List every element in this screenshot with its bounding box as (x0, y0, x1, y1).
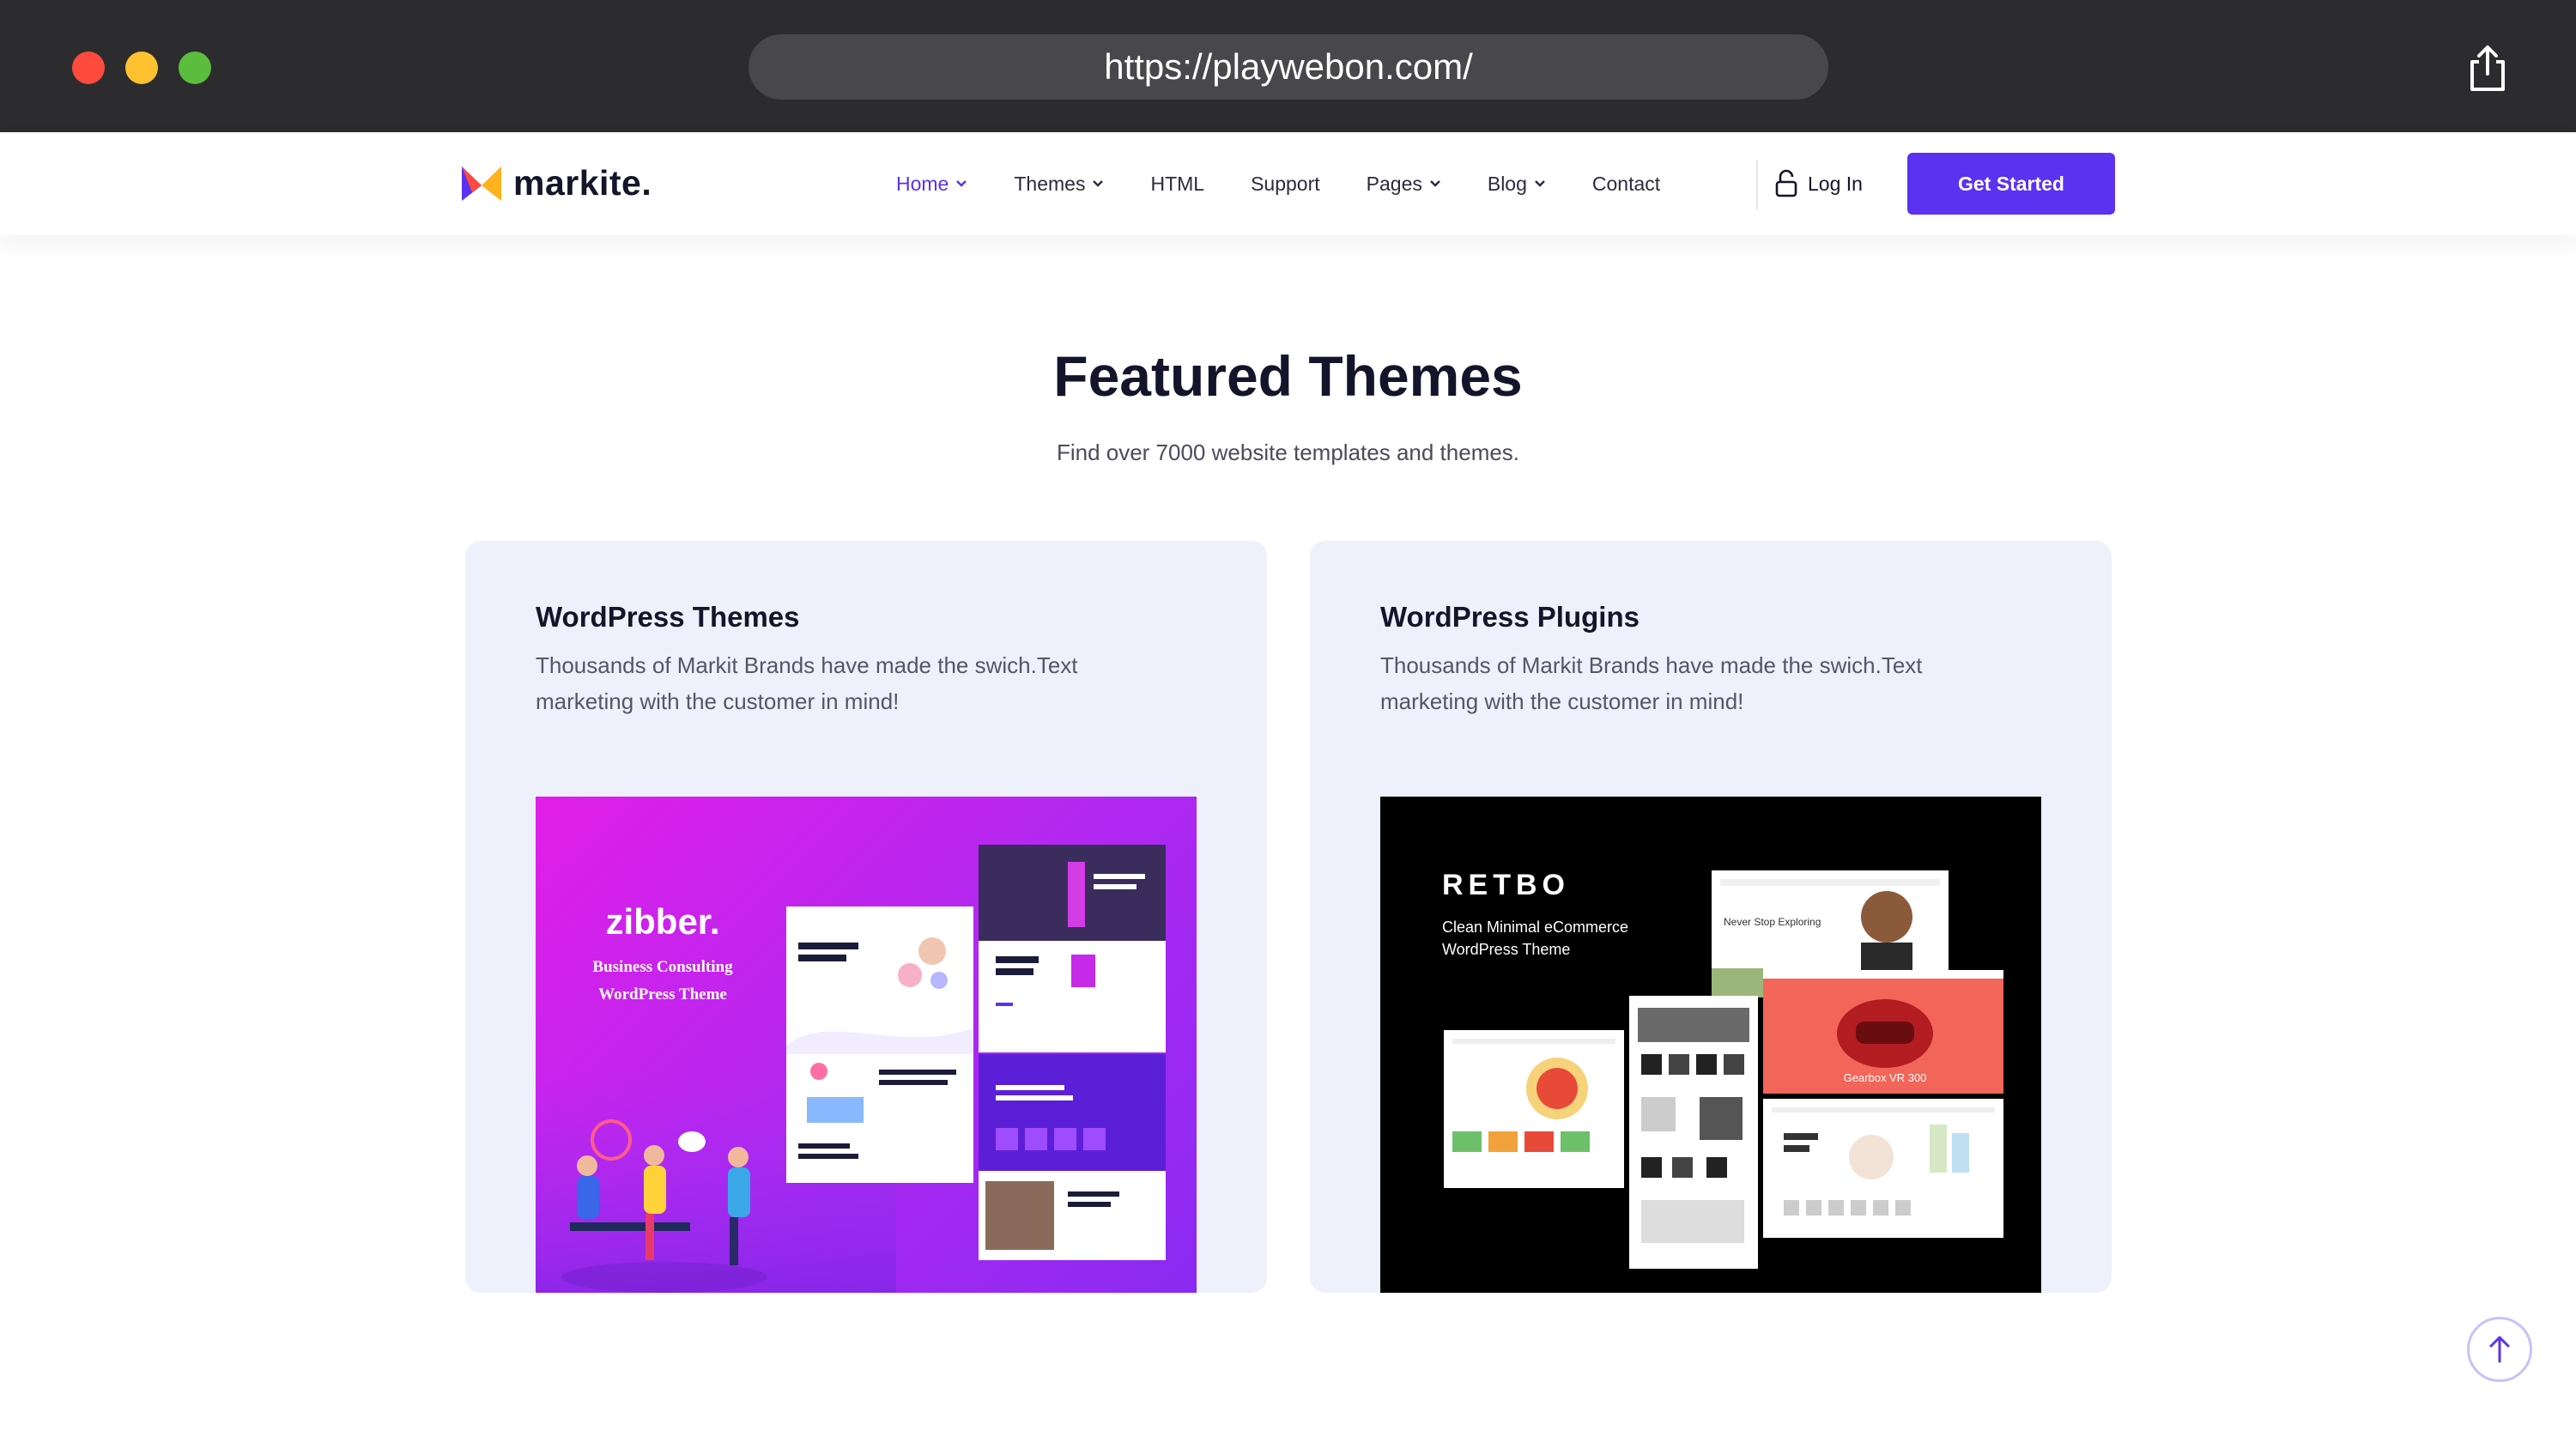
nav-divider (1756, 160, 1758, 209)
get-started-button[interactable]: Get Started (1907, 153, 2115, 215)
scroll-to-top-button[interactable] (2467, 1317, 2532, 1382)
nav-item-blog[interactable]: Blog (1488, 173, 1546, 196)
nav-item-contact[interactable]: Contact (1592, 173, 1660, 196)
login-link[interactable]: Log In (1773, 165, 1863, 203)
nav-item-label: Blog (1487, 172, 1527, 195)
nav-item-label: Pages (1366, 172, 1422, 195)
card-title: WordPress Plugins (1380, 601, 1640, 633)
zibber-theme-preview[interactable]: zibber. Business Consulting WordPress Th… (536, 797, 1197, 1293)
zibber-tagline-1: Business Consulting (592, 958, 733, 976)
nav-item-label: Home (896, 172, 949, 195)
close-window-button[interactable] (72, 52, 105, 84)
arrow-up-icon (2489, 1336, 2510, 1363)
zibber-brand: zibber. (605, 901, 719, 942)
login-label: Log In (1808, 172, 1863, 195)
retbo-brand: RETBO (1442, 869, 1570, 901)
nav-item-home[interactable]: Home (896, 173, 967, 196)
retbo-theme-preview[interactable]: RETBO Clean Minimal eCommerce WordPress … (1380, 797, 2041, 1293)
zibber-preview-artwork: zibber. Business Consulting WordPress Th… (536, 845, 1166, 1293)
card-description: Thousands of Markit Brands have made the… (536, 652, 1078, 714)
chevron-down-icon (956, 180, 967, 187)
retbo-tagline-1: Clean Minimal eCommerce (1442, 919, 1628, 936)
retbo-preview-artwork: RETBO Clean Minimal eCommerce WordPress … (1442, 869, 2003, 1269)
share-icon[interactable] (2465, 45, 2510, 93)
section-title: Featured Themes (1053, 344, 1523, 408)
main-menu: Home Themes HTML Support Pages Blog Cont… (896, 132, 1706, 235)
retbo-mock-1-text: Never Stop Exploring (1724, 916, 1821, 928)
zibber-tagline-2: WordPress Theme (598, 985, 727, 1003)
feature-card-wordpress-themes[interactable]: WordPress Themes Thousands of Markit Bra… (465, 541, 1267, 1293)
logo-text: markite. (513, 162, 652, 203)
logo-icon (462, 167, 501, 201)
retbo-tagline-2: WordPress Theme (1442, 941, 1570, 958)
nav-item-label: Support (1251, 172, 1320, 195)
chevron-down-icon (1535, 180, 1545, 187)
browser-chrome: https://playwebon.com/ (0, 0, 2576, 132)
retbo-mock-2-text: Gearbox VR 300 (1844, 1071, 1927, 1084)
site-header: markite. Home Themes HTML Support Pages … (0, 132, 2576, 235)
nav-item-label: Contact (1591, 172, 1661, 195)
nav-item-label: Themes (1014, 172, 1086, 195)
minimize-window-button[interactable] (125, 52, 158, 84)
card-title: WordPress Themes (536, 601, 800, 633)
nav-item-themes[interactable]: Themes (1014, 173, 1104, 196)
nav-item-label: HTML (1150, 172, 1205, 195)
address-bar[interactable]: https://playwebon.com/ (749, 34, 1828, 100)
maximize-window-button[interactable] (179, 52, 211, 84)
feature-card-wordpress-plugins[interactable]: WordPress Plugins Thousands of Markit Br… (1310, 541, 2112, 1293)
nav-item-html[interactable]: HTML (1150, 173, 1204, 196)
section-subtitle: Find over 7000 website templates and the… (1056, 440, 1520, 465)
nav-item-pages[interactable]: Pages (1367, 173, 1441, 196)
card-description: Thousands of Markit Brands have made the… (1380, 652, 1923, 714)
chevron-down-icon (1430, 180, 1440, 187)
nav-item-support[interactable]: Support (1251, 173, 1320, 196)
lock-icon (1775, 169, 1797, 197)
site-logo[interactable]: markite. (460, 161, 652, 204)
chevron-down-icon (1093, 180, 1104, 187)
